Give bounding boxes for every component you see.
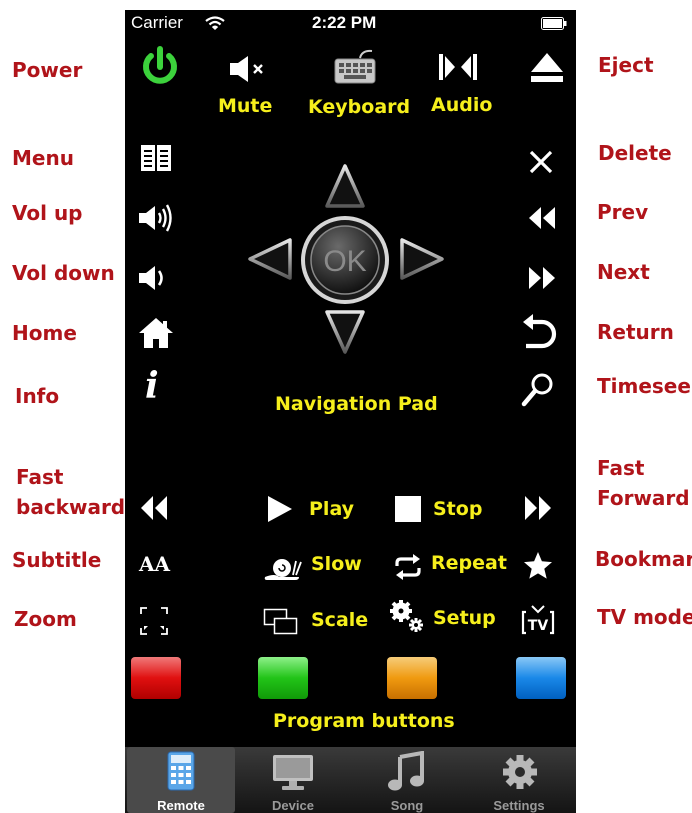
scale-icon[interactable] bbox=[263, 608, 299, 636]
tab-song-label: Song bbox=[390, 798, 424, 813]
battery-icon bbox=[541, 17, 567, 30]
bookmark-star-icon[interactable] bbox=[523, 551, 553, 581]
prev-icon[interactable] bbox=[525, 205, 559, 231]
label-fast-backward-1: Fast bbox=[16, 465, 64, 489]
wifi-icon bbox=[205, 16, 225, 31]
play-icon[interactable] bbox=[265, 494, 295, 524]
mute-icon[interactable] bbox=[228, 54, 268, 84]
label-vol-up: Vol up bbox=[12, 201, 83, 225]
label-power: Power bbox=[12, 58, 83, 82]
info-icon[interactable]: i bbox=[145, 366, 159, 406]
scale-label: Scale bbox=[311, 609, 369, 631]
tab-bar: Remote Device Song Settings bbox=[125, 747, 576, 813]
volume-down-icon[interactable] bbox=[137, 262, 171, 294]
label-menu: Menu bbox=[12, 146, 74, 170]
setup-gears-icon[interactable] bbox=[387, 598, 427, 634]
next-icon[interactable] bbox=[525, 265, 559, 291]
tab-settings[interactable]: Settings bbox=[465, 747, 573, 813]
navigation-pad-caption: Navigation Pad bbox=[275, 393, 438, 415]
slow-label: Slow bbox=[311, 553, 362, 575]
repeat-label: Repeat bbox=[431, 552, 507, 574]
label-prev: Prev bbox=[597, 200, 649, 224]
tab-device-label: Device bbox=[272, 798, 314, 813]
nav-left-arrow[interactable] bbox=[248, 238, 292, 280]
audio-icon[interactable] bbox=[437, 50, 479, 84]
volume-up-icon[interactable] bbox=[137, 202, 177, 234]
carrier-text: Carrier bbox=[131, 13, 183, 32]
status-bar: Carrier 2:22 PM bbox=[125, 10, 576, 36]
label-zoom: Zoom bbox=[14, 607, 77, 631]
clock-text: 2:22 PM bbox=[312, 13, 377, 32]
gear-icon bbox=[500, 752, 540, 792]
nav-down-arrow[interactable] bbox=[325, 310, 365, 354]
nav-right-arrow[interactable] bbox=[400, 238, 444, 280]
label-delete: Delete bbox=[598, 141, 672, 165]
ok-button[interactable]: OK bbox=[301, 216, 389, 304]
repeat-icon[interactable] bbox=[393, 552, 423, 582]
tab-remote-label: Remote bbox=[157, 798, 205, 813]
label-subtitle: Subtitle bbox=[12, 548, 102, 572]
play-label: Play bbox=[309, 498, 355, 520]
program-button-orange[interactable] bbox=[387, 657, 437, 699]
tab-song[interactable]: Song bbox=[353, 747, 461, 813]
tab-device[interactable]: Device bbox=[239, 747, 347, 813]
keyboard-icon[interactable] bbox=[332, 46, 378, 86]
label-fast-backward-2: backward bbox=[16, 495, 126, 519]
setup-label: Setup bbox=[433, 607, 496, 629]
program-button-blue[interactable] bbox=[516, 657, 566, 699]
label-bookmark: Bookmark bbox=[595, 547, 692, 571]
keyboard-label: Keyboard bbox=[308, 96, 411, 118]
fast-backward-icon[interactable] bbox=[137, 494, 171, 522]
program-buttons-caption: Program buttons bbox=[273, 710, 455, 732]
stop-icon[interactable] bbox=[393, 494, 423, 524]
ok-label: OK bbox=[323, 245, 366, 278]
label-eject: Eject bbox=[598, 53, 654, 77]
eject-icon[interactable] bbox=[529, 50, 565, 84]
menu-book-icon[interactable] bbox=[140, 143, 172, 173]
stop-label: Stop bbox=[433, 498, 483, 520]
tv-mode-icon[interactable]: TV bbox=[521, 604, 555, 636]
calculator-icon bbox=[167, 751, 195, 791]
svg-text:TV: TV bbox=[528, 618, 549, 634]
home-icon[interactable] bbox=[138, 316, 174, 350]
delete-icon[interactable] bbox=[528, 149, 554, 175]
label-fast-forward-1: Fast bbox=[597, 456, 645, 480]
phone-screen: Carrier 2:22 PM Mute Keyboard Audio i OK… bbox=[125, 10, 576, 813]
label-next: Next bbox=[597, 260, 650, 284]
label-tv-mode: TV mode bbox=[597, 605, 692, 629]
nav-up-arrow[interactable] bbox=[325, 164, 365, 208]
program-button-green[interactable] bbox=[258, 657, 308, 699]
monitor-icon bbox=[271, 753, 315, 791]
music-note-icon bbox=[387, 751, 427, 793]
mute-label: Mute bbox=[218, 95, 273, 117]
label-info: Info bbox=[15, 384, 60, 408]
snail-icon[interactable] bbox=[263, 553, 303, 581]
tab-settings-label: Settings bbox=[493, 798, 545, 813]
program-button-red[interactable] bbox=[131, 657, 181, 699]
label-home: Home bbox=[12, 321, 77, 345]
return-icon[interactable] bbox=[520, 313, 560, 351]
fast-forward-icon[interactable] bbox=[521, 494, 555, 522]
label-timeseek: Timeseek bbox=[597, 374, 692, 398]
zoom-fullscreen-icon[interactable] bbox=[138, 605, 170, 637]
label-fast-forward-2: Forward bbox=[597, 486, 690, 510]
label-vol-down: Vol down bbox=[12, 261, 115, 285]
timeseek-magnifier-icon[interactable] bbox=[521, 372, 555, 408]
label-return: Return bbox=[597, 320, 674, 344]
navigation-pad: OK bbox=[245, 160, 445, 360]
audio-label: Audio bbox=[431, 94, 493, 116]
tab-remote[interactable]: Remote bbox=[127, 747, 235, 813]
power-icon[interactable] bbox=[137, 44, 183, 90]
subtitle-icon[interactable]: AA bbox=[139, 550, 170, 578]
